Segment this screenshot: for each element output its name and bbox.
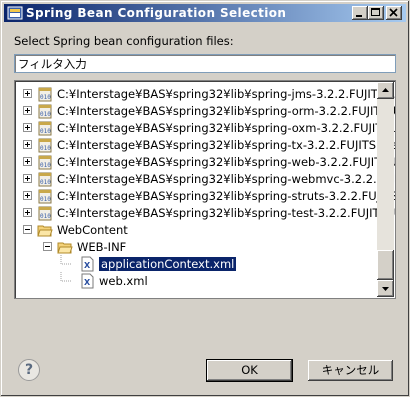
jar-icon: 010 (38, 172, 52, 187)
tree-row-label: WebContent (57, 223, 128, 237)
svg-text:010: 010 (40, 145, 51, 152)
eclipse-app-icon (7, 6, 23, 20)
tree-row[interactable]: 010 C:¥Interstage¥BAS¥spring32¥lib¥spring… (15, 136, 395, 154)
window-title: Spring Bean Configuration Selection (26, 6, 287, 20)
tree-row[interactable]: 010 C:¥Interstage¥BAS¥spring32¥lib¥spring… (15, 85, 395, 103)
expand-icon[interactable] (23, 140, 32, 149)
jar-icon: 010 (38, 87, 52, 102)
file-tree[interactable]: 010 C:¥Interstage¥BAS¥spring32¥lib¥spring… (14, 80, 396, 299)
tree-row-label: C:¥Interstage¥BAS¥spring32¥lib¥spring-or… (57, 104, 396, 118)
tree-row-label: C:¥Interstage¥BAS¥spring32¥lib¥spring-ox… (57, 121, 396, 135)
svg-text:010: 010 (40, 179, 51, 186)
tree-connector (60, 272, 71, 282)
close-button[interactable] (386, 6, 402, 20)
jar-icon: 010 (38, 138, 52, 153)
folder-open-icon (37, 225, 53, 237)
expand-icon[interactable] (23, 174, 32, 183)
tree-row[interactable]: XapplicationContext.xml (15, 255, 379, 273)
tree-row-label: C:¥Interstage¥BAS¥spring32¥lib¥spring-we… (57, 172, 396, 186)
instruction-label: Select Spring bean configuration files: (14, 34, 234, 48)
svg-text:010: 010 (40, 94, 51, 101)
collapse-icon[interactable] (23, 225, 32, 234)
tree-row[interactable]: 010 C:¥Interstage¥BAS¥spring32¥lib¥spring… (15, 204, 395, 222)
tree-row[interactable]: 010 C:¥Interstage¥BAS¥spring32¥lib¥spring… (15, 102, 395, 120)
jar-icon: 010 (38, 104, 52, 119)
cancel-button[interactable]: キャンセル (307, 359, 394, 382)
arrow-down-icon (382, 287, 389, 291)
vertical-scrollbar[interactable] (377, 82, 394, 297)
folder-open-icon (57, 242, 73, 254)
title-bar[interactable]: Spring Bean Configuration Selection (4, 4, 406, 22)
tree-row[interactable]: 010 C:¥Interstage¥BAS¥spring32¥lib¥spring… (15, 153, 395, 171)
tree-row-label: C:¥Interstage¥BAS¥spring32¥lib¥spring-we… (57, 155, 396, 169)
maximize-icon (371, 8, 380, 16)
tree-row-label: web.xml (99, 274, 148, 288)
tree-row-label: WEB-INF (77, 240, 127, 254)
expand-icon[interactable] (23, 89, 32, 98)
expand-icon[interactable] (23, 191, 32, 200)
tree-row[interactable]: WEB-INF (15, 238, 379, 256)
tree-row[interactable]: Xweb.xml (15, 272, 379, 290)
jar-icon: 010 (38, 155, 52, 170)
tree-connector (60, 255, 71, 265)
svg-text:010: 010 (40, 162, 51, 169)
expand-icon[interactable] (23, 157, 32, 166)
scroll-down-button[interactable] (377, 280, 394, 297)
tree-row[interactable]: 010 C:¥Interstage¥BAS¥spring32¥lib¥spring… (15, 170, 395, 188)
dialog-window: Spring Bean Configuration Selection Sele… (0, 0, 410, 397)
jar-icon: 010 (38, 121, 52, 136)
expand-icon[interactable] (23, 106, 32, 115)
xml-file-icon: X (81, 273, 94, 289)
help-button[interactable]: ? (18, 359, 40, 381)
svg-text:010: 010 (40, 128, 51, 135)
xml-file-icon: X (81, 256, 94, 272)
minimize-icon (356, 15, 362, 17)
expand-icon[interactable] (23, 123, 32, 132)
filter-input[interactable] (14, 54, 396, 73)
svg-text:X: X (84, 261, 91, 270)
tree-row-label: C:¥Interstage¥BAS¥spring32¥lib¥spring-jm… (57, 87, 396, 101)
jar-icon: 010 (38, 206, 52, 221)
svg-text:010: 010 (40, 196, 51, 203)
tree-row[interactable]: WebContent (15, 221, 379, 239)
close-icon (389, 8, 398, 17)
svg-text:010: 010 (40, 213, 51, 220)
arrow-up-icon (382, 88, 389, 92)
scroll-thumb[interactable] (377, 250, 394, 280)
minimize-button[interactable] (352, 6, 368, 20)
expand-icon[interactable] (23, 208, 32, 217)
ok-button[interactable]: OK (206, 359, 293, 382)
jar-icon: 010 (38, 189, 52, 204)
tree-row-label: applicationContext.xml (99, 257, 237, 271)
tree-row-label: C:¥Interstage¥BAS¥spring32¥lib¥spring-st… (57, 189, 396, 203)
tree-row-label: C:¥Interstage¥BAS¥spring32¥lib¥spring-te… (57, 206, 396, 220)
svg-text:X: X (84, 278, 91, 287)
maximize-button[interactable] (368, 6, 384, 20)
tree-row[interactable]: 010 C:¥Interstage¥BAS¥spring32¥lib¥spring… (15, 187, 395, 205)
tree-row[interactable]: 010 C:¥Interstage¥BAS¥spring32¥lib¥spring… (15, 119, 395, 137)
scroll-up-button[interactable] (377, 82, 394, 99)
svg-text:010: 010 (40, 111, 51, 118)
tree-row-label: C:¥Interstage¥BAS¥spring32¥lib¥spring-tx… (57, 138, 396, 152)
collapse-icon[interactable] (43, 242, 52, 251)
